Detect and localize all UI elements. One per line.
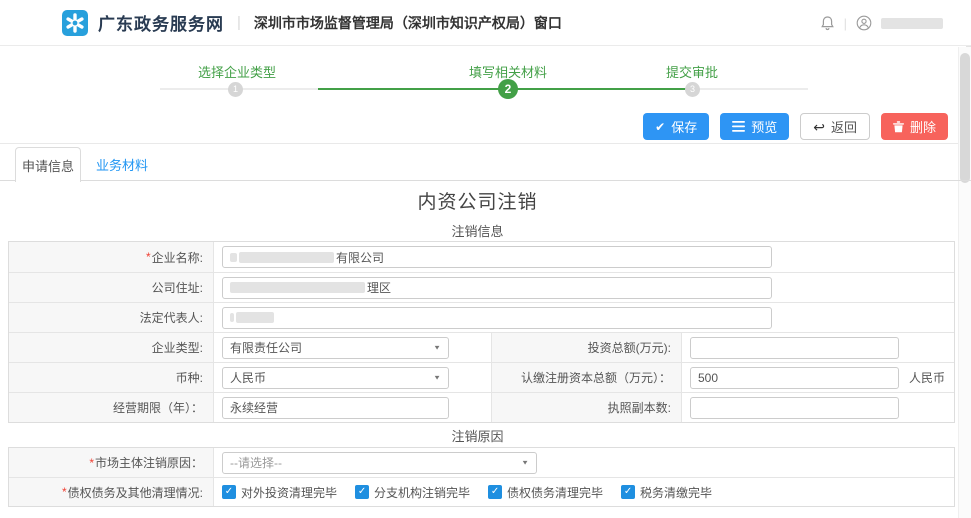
checkbox-check-icon: ✓ (355, 485, 369, 499)
investment-total-input[interactable] (690, 337, 899, 359)
company-type-select[interactable]: 有限责任公司 ▼ (222, 337, 449, 359)
step-circle-1[interactable]: 1 (228, 82, 243, 97)
business-term-label: 经营期限（年）： (9, 393, 214, 422)
table-row: 币种: 人民币 ▼ 认缴注册资本总额（万元）： 人民币 (9, 362, 954, 392)
save-button[interactable]: ✔ 保存 (643, 113, 709, 140)
header-pipe: | (844, 16, 847, 31)
license-copies-input[interactable] (690, 397, 899, 419)
step-label-1[interactable]: 选择企业类型 (157, 62, 317, 81)
back-arrow-icon: ↩ (813, 120, 825, 134)
username-redacted[interactable] (881, 18, 943, 29)
dropdown-arrow-icon: ▼ (433, 374, 441, 381)
check-icon: ✔ (655, 121, 665, 133)
cancel-reason-select[interactable]: --请选择-- ▼ (222, 452, 537, 474)
registered-capital-input[interactable] (690, 367, 899, 389)
capital-currency-suffix: 人民币 (909, 369, 945, 386)
checkbox-foreign-investment[interactable]: ✓ 对外投资清理完毕 (222, 484, 337, 501)
required-asterisk: * (62, 485, 67, 499)
section-title-info: 注销信息 (0, 221, 955, 240)
investment-total-label: 投资总额(万元): (492, 333, 682, 362)
tab-application-info[interactable]: 申请信息 (15, 147, 81, 182)
brand-title: 广东政务服务网 (98, 10, 224, 35)
company-name-label: * 企业名称: (9, 242, 214, 272)
table-row: * 债权债务及其他清理情况: ✓ 对外投资清理完毕 ✓ 分支机构注销完毕 ✓ 债… (9, 477, 954, 506)
step-label-3: 提交审批 (612, 62, 772, 81)
scrollbar-thumb[interactable] (960, 53, 970, 183)
deregistration-reason-table: * 市场主体注销原因： --请选择-- ▼ * 债权债务及其他清理情况: ✓ 对… (8, 447, 955, 507)
cleanup-status-label: * 债权债务及其他清理情况: (9, 478, 214, 506)
list-icon (732, 121, 745, 132)
back-button[interactable]: ↩ 返回 (800, 113, 870, 140)
table-row: 企业类型: 有限责任公司 ▼ 投资总额(万元): (9, 332, 954, 362)
checkbox-check-icon: ✓ (621, 485, 635, 499)
header-divider: | (237, 14, 241, 31)
currency-select[interactable]: 人民币 ▼ (222, 367, 449, 389)
user-avatar-icon[interactable] (856, 15, 872, 31)
table-row: 公司住址: 理区 (9, 272, 954, 302)
license-copies-label: 执照副本数: (492, 393, 682, 422)
tab-business-materials[interactable]: 业务材料 (81, 147, 163, 181)
page-title: 内资公司注销 (0, 187, 955, 214)
checkbox-branch-deregistered[interactable]: ✓ 分支机构注销完毕 (355, 484, 470, 501)
app-header: 广东政务服务网 | 深圳市市场监督管理局（深圳市知识产权局）窗口 | (0, 0, 971, 46)
preview-button[interactable]: 预览 (720, 113, 789, 140)
table-row: 经营期限（年）： 执照副本数: (9, 392, 954, 422)
company-address-input[interactable]: 理区 (222, 277, 772, 299)
company-address-label: 公司住址: (9, 273, 214, 302)
checkbox-debt-cleared[interactable]: ✓ 债权债务清理完毕 (488, 484, 603, 501)
legal-rep-input[interactable] (222, 307, 772, 329)
legal-rep-label: 法定代表人: (9, 303, 214, 332)
company-type-label: 企业类型: (9, 333, 214, 362)
checkbox-check-icon: ✓ (488, 485, 502, 499)
checkbox-tax-settled[interactable]: ✓ 税务清缴完毕 (621, 484, 712, 501)
currency-label: 币种: (9, 363, 214, 392)
cleanup-checkbox-group: ✓ 对外投资清理完毕 ✓ 分支机构注销完毕 ✓ 债权债务清理完毕 ✓ 税务清缴完… (222, 484, 712, 501)
table-row: * 市场主体注销原因： --请选择-- ▼ (9, 448, 954, 477)
cancel-reason-label: * 市场主体注销原因： (9, 448, 214, 477)
company-name-input[interactable]: 有限公司 (222, 246, 772, 268)
action-toolbar: ✔ 保存 预览 ↩ 返回 删除 (643, 113, 948, 140)
delete-button[interactable]: 删除 (881, 113, 948, 140)
dropdown-arrow-icon: ▼ (433, 344, 441, 351)
registered-capital-label: 认缴注册资本总额（万元）： (492, 363, 682, 392)
table-row: * 企业名称: 有限公司 (9, 242, 954, 272)
trash-icon (893, 121, 904, 133)
vertical-scrollbar[interactable] (958, 47, 971, 518)
step-circle-2: 2 (498, 79, 518, 99)
table-row: 法定代表人: (9, 302, 954, 332)
section-title-reason: 注销原因 (0, 426, 955, 445)
required-asterisk: * (146, 250, 151, 264)
progress-stepper: 选择企业类型 填写相关材料 提交审批 1 2 3 (0, 56, 971, 106)
toolbar-divider (0, 143, 971, 144)
bell-icon[interactable] (820, 15, 835, 31)
window-office-title: 深圳市市场监督管理局（深圳市知识产权局）窗口 (254, 13, 562, 33)
business-term-input[interactable] (222, 397, 449, 419)
checkbox-check-icon: ✓ (222, 485, 236, 499)
dropdown-arrow-icon: ▼ (521, 459, 529, 466)
step-circle-3: 3 (685, 82, 700, 97)
deregistration-info-table: * 企业名称: 有限公司 公司住址: 理区 法定代表人: (8, 241, 955, 423)
required-asterisk: * (89, 456, 94, 470)
gov-portal-logo-icon (62, 10, 88, 36)
